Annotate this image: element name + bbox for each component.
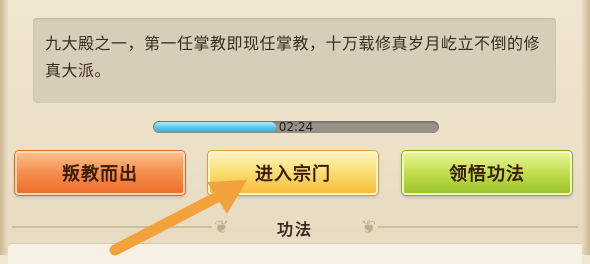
countdown-timer-bar: 02:24 [153,120,439,134]
skills-section-title: 功法 [276,220,313,239]
scroll-ornament-right-icon: ❦ [360,217,376,238]
skills-panel [8,243,582,264]
countdown-timer-text: 02:24 [278,120,314,134]
sect-description-text: 九大殿之一，第一任掌教即现任掌教，十万载修真岁月屹立不倒的修真大派。 [45,34,541,80]
section-divider-right [378,226,578,228]
comprehend-skill-button[interactable]: 领悟功法 [402,151,572,195]
pointer-arrow-icon [109,180,247,256]
skills-section-header: ❦ 功法 ❦ [0,210,590,244]
sect-description-box: 九大殿之一，第一任掌教即现任掌教，十万载修真岁月屹立不倒的修真大派。 [33,18,556,103]
